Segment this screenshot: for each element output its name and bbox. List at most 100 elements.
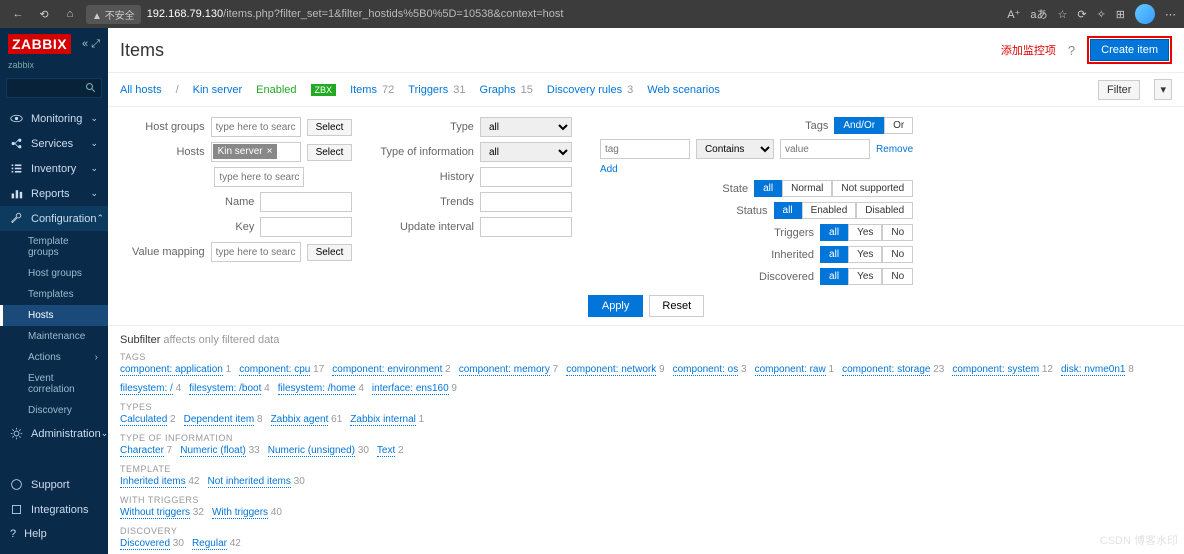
sidebar-sub-actions[interactable]: Actions ›	[0, 347, 108, 368]
discovered-no[interactable]: No	[882, 268, 913, 285]
discovered-all[interactable]: all	[820, 268, 848, 285]
add-monitor-link[interactable]: 添加监控项	[1001, 42, 1056, 58]
value-mapping-select[interactable]: Select	[307, 244, 353, 261]
tab-items[interactable]: Items 72	[350, 84, 394, 96]
sidebar-sub-event-correlation[interactable]: Event correlation	[0, 368, 108, 400]
subfilter-item[interactable]: component: environment 2	[332, 364, 450, 375]
back-button[interactable]: ←	[8, 4, 28, 24]
remove-chip-icon[interactable]: ×	[267, 146, 273, 157]
extensions-icon[interactable]: ✧	[1097, 8, 1106, 21]
state-ns[interactable]: Not supported	[832, 180, 913, 197]
sidebar-item-support[interactable]: Support	[0, 472, 108, 497]
type-info-select[interactable]: all	[480, 142, 572, 162]
triggers-yes[interactable]: Yes	[848, 224, 882, 241]
sidebar-item-help[interactable]: ?Help	[0, 522, 108, 546]
sidebar-item-reports[interactable]: Reports⌄	[0, 181, 108, 206]
reset-button[interactable]: Reset	[649, 295, 704, 317]
sidebar-item-configuration[interactable]: Configuration⌃	[0, 206, 108, 231]
tags-or[interactable]: Or	[884, 117, 913, 134]
subfilter-item[interactable]: component: storage 23	[842, 364, 944, 375]
host-chip[interactable]: Kin server×	[213, 144, 278, 159]
subfilter-item[interactable]: component: os 3	[673, 364, 747, 375]
history-input[interactable]	[480, 167, 572, 187]
status-all[interactable]: all	[774, 202, 802, 219]
subfilter-item[interactable]: Numeric (unsigned) 30	[268, 445, 369, 456]
sidebar-item-administration[interactable]: Administration⌄	[0, 421, 108, 446]
apply-button[interactable]: Apply	[588, 295, 644, 317]
zbx-badge[interactable]: ZBX	[311, 84, 337, 96]
state-all[interactable]: all	[754, 180, 782, 197]
sidebar-sub-template-groups[interactable]: Template groups	[0, 231, 108, 263]
tab-web[interactable]: Web scenarios	[647, 84, 720, 96]
funnel-icon[interactable]: ▾	[1154, 79, 1172, 100]
discovered-yes[interactable]: Yes	[848, 268, 882, 285]
key-input[interactable]	[260, 217, 352, 237]
subfilter-item[interactable]: Calculated 2	[120, 414, 176, 425]
sidebar-item-monitoring[interactable]: Monitoring⌄	[0, 106, 108, 131]
subfilter-item[interactable]: Character 7	[120, 445, 172, 456]
read-aloud-icon[interactable]: A⁺	[1007, 8, 1020, 21]
sidebar-sub-discovery[interactable]: Discovery	[0, 400, 108, 421]
status-disabled[interactable]: Disabled	[856, 202, 913, 219]
host-groups-select[interactable]: Select	[307, 119, 353, 136]
sidebar-sub-hosts[interactable]: Hosts	[0, 305, 108, 326]
interval-input[interactable]	[480, 217, 572, 237]
sync-icon[interactable]: ⟳	[1077, 8, 1086, 21]
tab-graphs[interactable]: Graphs 15	[480, 84, 533, 96]
subfilter-item[interactable]: Not inherited items 30	[208, 476, 305, 487]
subfilter-item[interactable]: filesystem: /boot 4	[189, 383, 270, 394]
subfilter-item[interactable]: component: application 1	[120, 364, 231, 375]
tag-name-input[interactable]	[600, 139, 690, 159]
name-input[interactable]	[260, 192, 352, 212]
sidebar-item-integrations[interactable]: Integrations	[0, 497, 108, 522]
tab-discovery[interactable]: Discovery rules 3	[547, 84, 633, 96]
subfilter-item[interactable]: component: network 9	[566, 364, 664, 375]
subfilter-item[interactable]: Without triggers 32	[120, 507, 204, 518]
hosts-select[interactable]: Select	[307, 144, 353, 161]
status-enabled[interactable]: Enabled	[802, 202, 857, 219]
breadcrumb-host[interactable]: Kin server	[193, 84, 243, 96]
inherited-yes[interactable]: Yes	[848, 246, 882, 263]
tag-value-input[interactable]	[780, 139, 870, 159]
subfilter-item[interactable]: component: raw 1	[755, 364, 835, 375]
host-groups-input[interactable]	[211, 117, 301, 137]
triggers-no[interactable]: No	[882, 224, 913, 241]
tag-op-select[interactable]: Contains	[696, 139, 774, 159]
subfilter-item[interactable]: filesystem: / 4	[120, 383, 181, 394]
subfilter-item[interactable]: Dependent item 8	[184, 414, 263, 425]
inherited-no[interactable]: No	[882, 246, 913, 263]
tags-andor[interactable]: And/Or	[834, 117, 884, 134]
sidebar-item-services[interactable]: Services⌄	[0, 131, 108, 156]
inherited-all[interactable]: all	[820, 246, 848, 263]
sidebar-collapse-icon[interactable]: « ⤢	[82, 38, 100, 51]
profile-avatar[interactable]	[1135, 4, 1155, 24]
subfilter-item[interactable]: filesystem: /home 4	[278, 383, 364, 394]
sidebar-sub-templates[interactable]: Templates	[0, 284, 108, 305]
subfilter-item[interactable]: Regular 42	[192, 538, 241, 549]
subfilter-item[interactable]: Text 2	[377, 445, 404, 456]
sidebar-search[interactable]	[6, 78, 102, 98]
trends-input[interactable]	[480, 192, 572, 212]
subfilter-item[interactable]: component: cpu 17	[239, 364, 324, 375]
collections-icon[interactable]: ⊞	[1116, 8, 1125, 21]
state-normal[interactable]: Normal	[782, 180, 832, 197]
hosts-search-input[interactable]	[214, 167, 304, 187]
type-select[interactable]: all	[480, 117, 572, 137]
translate-icon[interactable]: aあ	[1030, 6, 1047, 22]
home-button[interactable]: ⌂	[60, 4, 80, 24]
tag-add-link[interactable]: Add	[600, 164, 618, 175]
subfilter-item[interactable]: Zabbix agent 61	[271, 414, 343, 425]
subfilter-item[interactable]: interface: ens160 9	[372, 383, 457, 394]
filter-toggle[interactable]: Filter	[1098, 80, 1140, 100]
value-mapping-input[interactable]	[211, 242, 301, 262]
sidebar-sub-maintenance[interactable]: Maintenance	[0, 326, 108, 347]
sidebar-item-inventory[interactable]: Inventory⌄	[0, 156, 108, 181]
subfilter-item[interactable]: Numeric (float) 33	[180, 445, 259, 456]
subfilter-item[interactable]: Zabbix internal 1	[350, 414, 424, 425]
create-item-button[interactable]: Create item	[1090, 39, 1169, 61]
more-icon[interactable]: ⋯	[1165, 8, 1176, 21]
refresh-button[interactable]: ⟲	[34, 4, 54, 24]
subfilter-item[interactable]: component: system 12	[952, 364, 1053, 375]
subfilter-item[interactable]: With triggers 40	[212, 507, 282, 518]
address-bar[interactable]: 192.168.79.130/items.php?filter_set=1&fi…	[147, 8, 1008, 20]
